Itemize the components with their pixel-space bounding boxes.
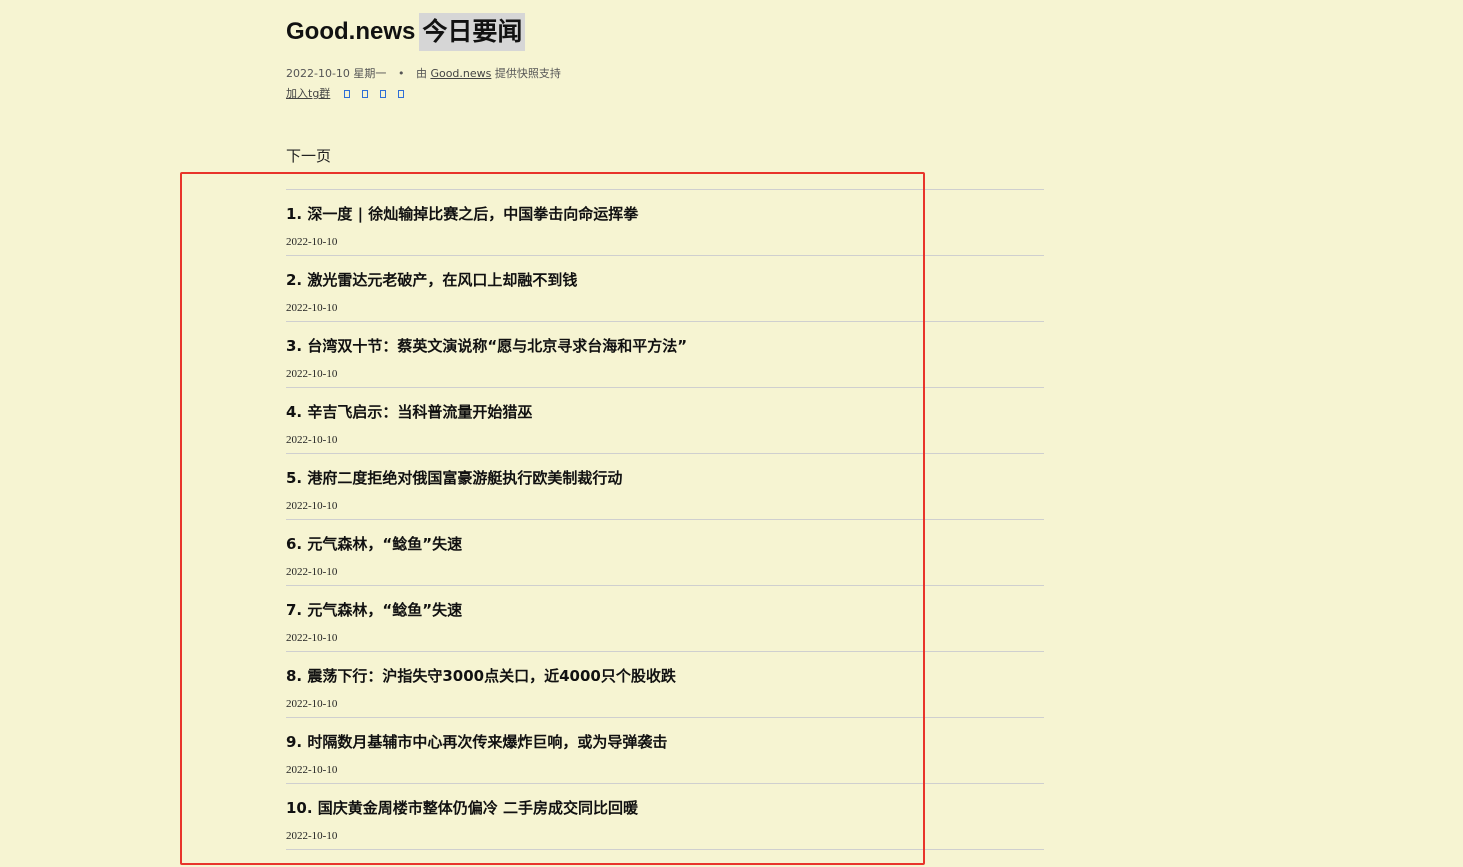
news-title[interactable]: 10. 国庆黄金周楼市整体仍偏冷 二手房成交同比回暖 xyxy=(286,798,638,818)
next-page-link[interactable]: 下一页 xyxy=(286,146,331,166)
meta-date: 2022-10-10 星期一 xyxy=(286,67,387,80)
news-title[interactable]: 7. 元气森林，“鲶鱼”失速 xyxy=(286,600,462,620)
news-title[interactable]: 5. 港府二度拒绝对俄国富豪游艇执行欧美制裁行动 xyxy=(286,468,622,488)
news-date: 2022-10-10 xyxy=(286,764,338,776)
news-item[interactable]: 10. 国庆黄金周楼市整体仍偏冷 二手房成交同比回暖 2022-10-10 xyxy=(286,784,1044,850)
news-title[interactable]: 6. 元气森林，“鲶鱼”失速 xyxy=(286,534,462,554)
join-tg-link[interactable]: 加入tg群 xyxy=(286,86,330,102)
page-meta: 2022-10-10 星期一 • 由 Good.news 提供快照支持 xyxy=(286,66,561,82)
news-title[interactable]: 3. 台湾双十节：蔡英文演说称“愿与北京寻求台海和平方法” xyxy=(286,336,687,356)
news-date: 2022-10-10 xyxy=(286,302,338,314)
news-date: 2022-10-10 xyxy=(286,566,338,578)
news-title[interactable]: 9. 时隔数月基辅市中心再次传来爆炸巨响，或为导弹袭击 xyxy=(286,732,667,752)
page: Good.news 今日要闻 2022-10-10 星期一 • 由 Good.n… xyxy=(0,0,1463,867)
news-title[interactable]: 2. 激光雷达元老破产，在风口上却融不到钱 xyxy=(286,270,577,290)
provider-link[interactable]: Good.news xyxy=(430,67,491,80)
site-title[interactable]: Good.news 今日要闻 xyxy=(286,13,526,51)
news-list: 1. 深一度 | 徐灿输掉比赛之后，中国拳击向命运挥拳 2022-10-10 2… xyxy=(286,189,1044,850)
news-date: 2022-10-10 xyxy=(286,500,338,512)
news-item[interactable]: 4. 辛吉飞启示：当科普流量开始猎巫 2022-10-10 xyxy=(286,388,1044,454)
news-date: 2022-10-10 xyxy=(286,698,338,710)
news-item[interactable]: 6. 元气森林，“鲶鱼”失速 2022-10-10 xyxy=(286,520,1044,586)
news-item[interactable]: 7. 元气森林，“鲶鱼”失速 2022-10-10 xyxy=(286,586,1044,652)
news-date: 2022-10-10 xyxy=(286,434,338,446)
news-title[interactable]: 8. 震荡下行：沪指失守3000点关口，近4000只个股收跌 xyxy=(286,666,676,686)
news-item[interactable]: 8. 震荡下行：沪指失守3000点关口，近4000只个股收跌 2022-10-1… xyxy=(286,652,1044,718)
news-date: 2022-10-10 xyxy=(286,830,338,842)
news-item[interactable]: 2. 激光雷达元老破产，在风口上却融不到钱 2022-10-10 xyxy=(286,256,1044,322)
social-icon-3[interactable] xyxy=(380,90,387,98)
social-links: 加入tg群 xyxy=(286,86,405,102)
news-title[interactable]: 4. 辛吉飞启示：当科普流量开始猎巫 xyxy=(286,402,532,422)
meta-by: 由 xyxy=(415,67,427,80)
news-item[interactable]: 9. 时隔数月基辅市中心再次传来爆炸巨响，或为导弹袭击 2022-10-10 xyxy=(286,718,1044,784)
news-date: 2022-10-10 xyxy=(286,368,338,380)
meta-suffix: 提供快照支持 xyxy=(494,67,561,80)
news-date: 2022-10-10 xyxy=(286,236,338,248)
social-icon-1[interactable] xyxy=(344,90,351,98)
social-icon-2[interactable] xyxy=(362,90,369,98)
social-icon-4[interactable] xyxy=(398,90,405,98)
meta-separator: • xyxy=(397,67,405,80)
news-item[interactable]: 3. 台湾双十节：蔡英文演说称“愿与北京寻求台海和平方法” 2022-10-10 xyxy=(286,322,1044,388)
news-date: 2022-10-10 xyxy=(286,632,338,644)
news-item[interactable]: 1. 深一度 | 徐灿输掉比赛之后，中国拳击向命运挥拳 2022-10-10 xyxy=(286,190,1044,256)
site-brand[interactable]: Good.news xyxy=(286,18,415,46)
site-title-highlight: 今日要闻 xyxy=(419,13,526,51)
news-title[interactable]: 1. 深一度 | 徐灿输掉比赛之后，中国拳击向命运挥拳 xyxy=(286,204,638,224)
news-item[interactable]: 5. 港府二度拒绝对俄国富豪游艇执行欧美制裁行动 2022-10-10 xyxy=(286,454,1044,520)
